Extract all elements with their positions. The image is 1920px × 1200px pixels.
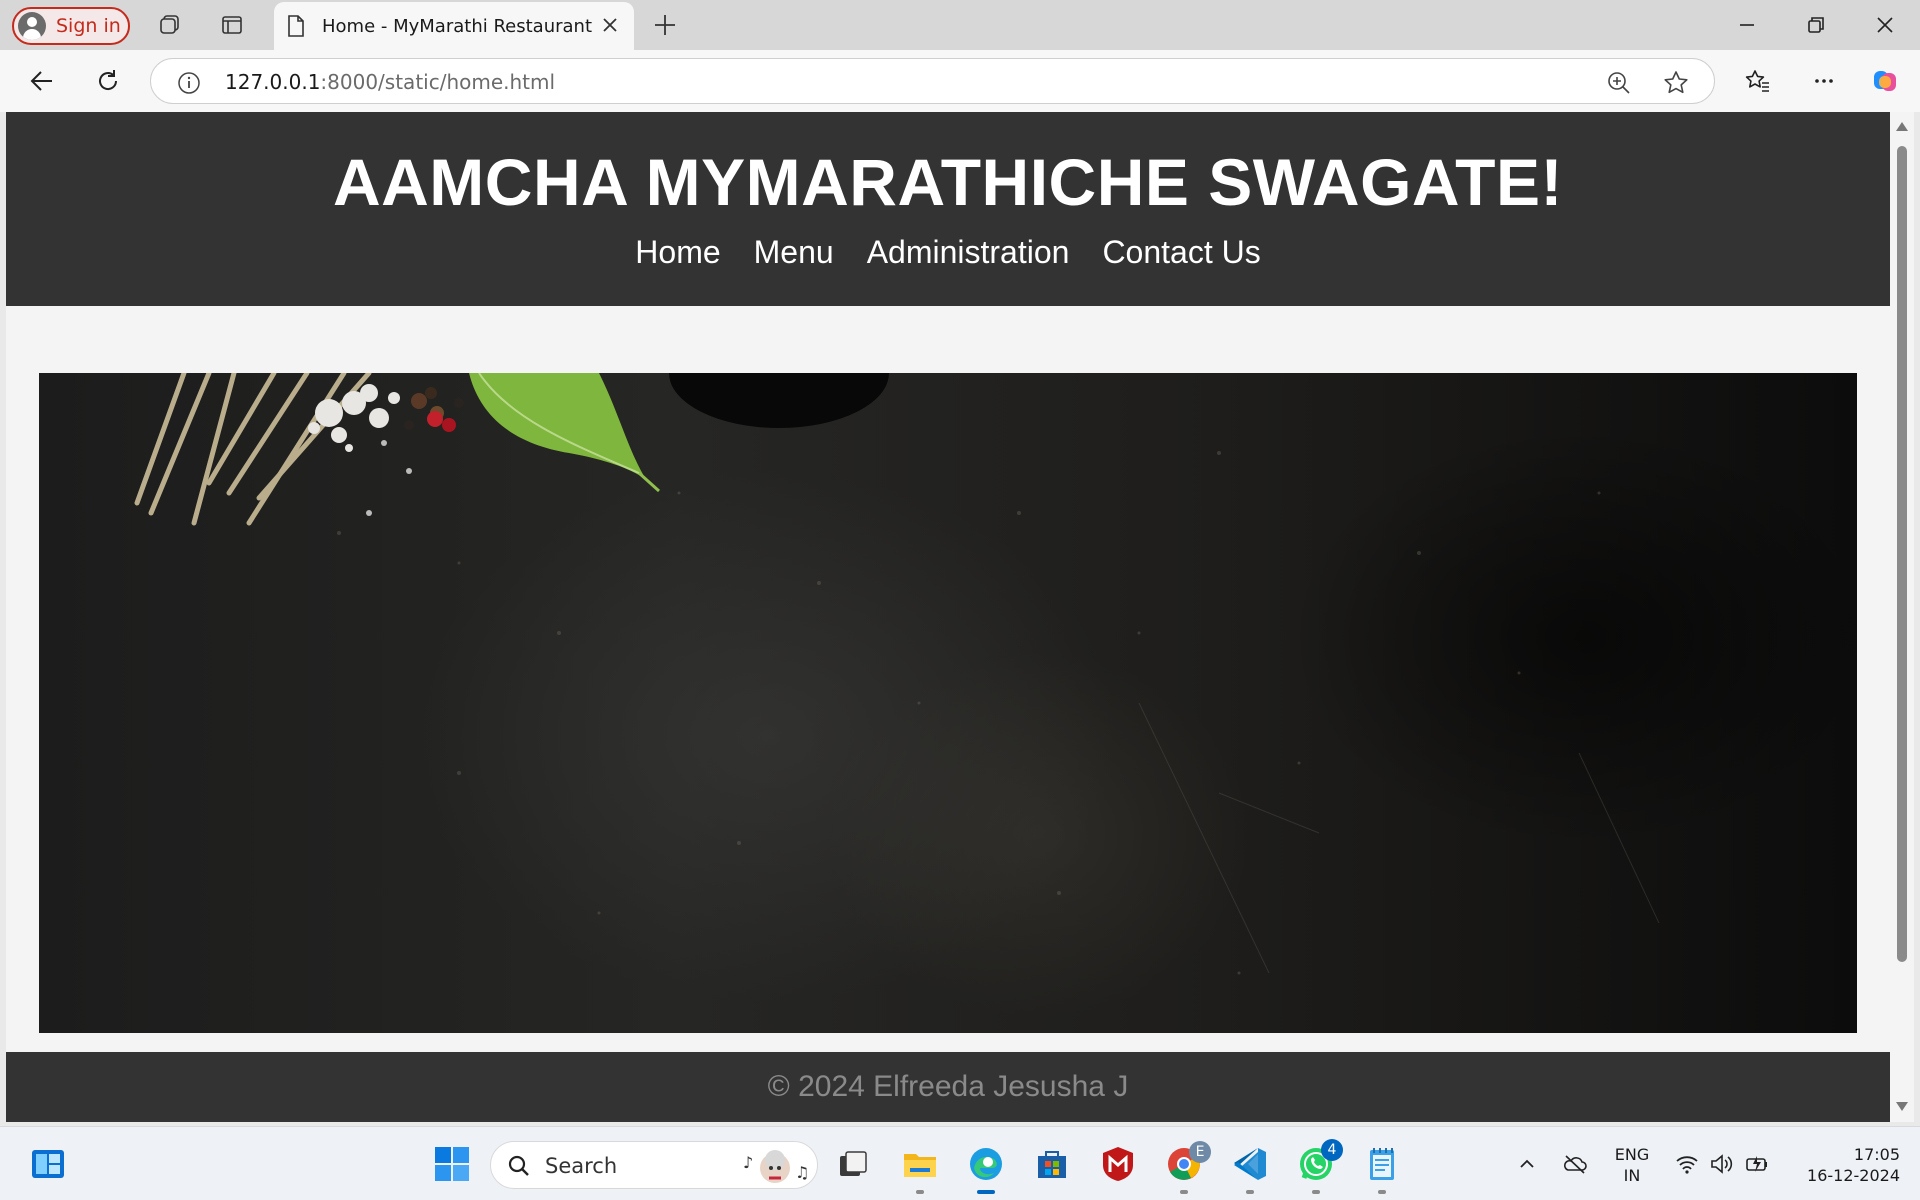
sign-in-button[interactable]: Sign in [12, 7, 130, 45]
file-explorer-icon[interactable] [900, 1144, 940, 1184]
copilot-icon[interactable] [1872, 67, 1900, 95]
restore-icon[interactable] [1803, 12, 1829, 38]
favorites-icon[interactable] [1744, 67, 1772, 95]
url-path: :8000/static/home.html [320, 70, 556, 94]
tab-title: Home - MyMarathi Restaurant [322, 15, 592, 37]
close-tab-icon[interactable] [600, 15, 620, 35]
clock-date: 16-12-2024 [1807, 1166, 1900, 1185]
chrome-running-indicator [1180, 1190, 1188, 1194]
browser-tab-strip: Sign in Home - MyMarathi Restaurant [0, 0, 1920, 50]
task-view-icon[interactable] [832, 1144, 872, 1184]
site-nav: Home Menu Administration Contact Us [6, 234, 1890, 271]
new-tab-icon[interactable] [652, 12, 678, 38]
input-language-indicator[interactable]: ENG IN [1610, 1144, 1654, 1186]
taskbar-search-box[interactable]: Search ♪ ♫ [490, 1141, 818, 1189]
browser-toolbar: 127.0.0.1:8000/static/home.html [0, 50, 1920, 112]
svg-text:♫: ♫ [795, 1163, 809, 1182]
workspaces-icon[interactable] [158, 13, 182, 37]
sign-in-label: Sign in [56, 15, 121, 37]
hero-food-illustration [134, 373, 1660, 975]
page-viewport: AAMCHA MYMARATHICHE SWAGATE! Home Menu A… [6, 112, 1890, 1122]
refresh-icon[interactable] [94, 67, 122, 95]
edge-active-indicator [977, 1190, 995, 1194]
wifi-icon[interactable] [1674, 1151, 1700, 1177]
nav-link-home[interactable]: Home [635, 234, 720, 271]
nav-link-menu[interactable]: Menu [754, 234, 834, 271]
vscode-running-indicator [1246, 1190, 1254, 1194]
whatsapp-running-indicator [1312, 1190, 1320, 1194]
favorite-star-icon[interactable] [1662, 69, 1690, 97]
site-footer: © 2024 Elfreeda Jesusha J [6, 1052, 1890, 1122]
show-hidden-icons-chevron-icon[interactable] [1514, 1151, 1540, 1177]
scroll-down-arrow-icon[interactable] [1896, 1102, 1908, 1111]
volume-icon[interactable] [1708, 1151, 1734, 1177]
language-code: ENG [1614, 1145, 1650, 1164]
onedrive-offline-icon[interactable] [1562, 1151, 1588, 1177]
windows-taskbar: Search ♪ ♫ E 4 ENG IN 17:05 16-12-2024 [0, 1126, 1920, 1200]
chrome-profile-badge: E [1189, 1141, 1211, 1163]
microsoft-store-icon[interactable] [1032, 1144, 1072, 1184]
address-bar[interactable]: 127.0.0.1:8000/static/home.html [150, 58, 1715, 104]
more-options-icon[interactable] [1810, 67, 1838, 95]
search-highlight-music-icon: ♪♫ [743, 1150, 809, 1183]
tab-home-mymarathi[interactable]: Home - MyMarathi Restaurant [274, 2, 634, 50]
explorer-running-indicator [916, 1190, 924, 1194]
region-code: IN [1623, 1166, 1641, 1185]
clock-time: 17:05 [1853, 1145, 1900, 1164]
whatsapp-unread-badge: 4 [1321, 1139, 1343, 1161]
start-windows-icon[interactable] [432, 1144, 472, 1184]
widgets-icon[interactable] [28, 1144, 68, 1184]
scrollbar-thumb[interactable] [1897, 146, 1907, 962]
tab-actions-icon[interactable] [220, 13, 244, 37]
scroll-up-arrow-icon[interactable] [1896, 122, 1908, 131]
notepad-running-indicator [1378, 1190, 1386, 1194]
url-text[interactable]: 127.0.0.1:8000/static/home.html [225, 70, 555, 94]
vscode-icon[interactable] [1230, 1144, 1270, 1184]
hero-image [39, 373, 1857, 1033]
url-host: 127.0.0.1 [225, 70, 321, 94]
page-title: AAMCHA MYMARATHICHE SWAGATE! [332, 145, 1563, 219]
site-info-icon[interactable] [177, 71, 201, 95]
battery-charging-icon[interactable] [1744, 1151, 1770, 1177]
edge-browser-icon[interactable] [966, 1144, 1006, 1184]
minimize-icon[interactable] [1734, 12, 1760, 38]
search-icon [508, 1155, 529, 1176]
zoom-icon[interactable] [1606, 70, 1632, 96]
back-icon[interactable] [28, 67, 56, 95]
nav-link-contact-us[interactable]: Contact Us [1102, 234, 1260, 271]
system-clock[interactable]: 17:05 16-12-2024 [1790, 1144, 1900, 1186]
search-label: Search [545, 1154, 618, 1178]
page-scrollbar[interactable] [1890, 112, 1914, 1122]
svg-text:♪: ♪ [743, 1153, 753, 1172]
page-document-icon [288, 15, 304, 37]
profile-avatar-icon [18, 12, 46, 40]
mcafee-icon[interactable] [1098, 1144, 1138, 1184]
site-header: AAMCHA MYMARATHICHE SWAGATE! Home Menu A… [6, 112, 1890, 306]
notepad-icon[interactable] [1362, 1144, 1402, 1184]
nav-link-administration[interactable]: Administration [867, 234, 1070, 271]
footer-copyright: © 2024 Elfreeda Jesusha J [767, 1070, 1129, 1103]
close-window-icon[interactable] [1872, 12, 1898, 38]
